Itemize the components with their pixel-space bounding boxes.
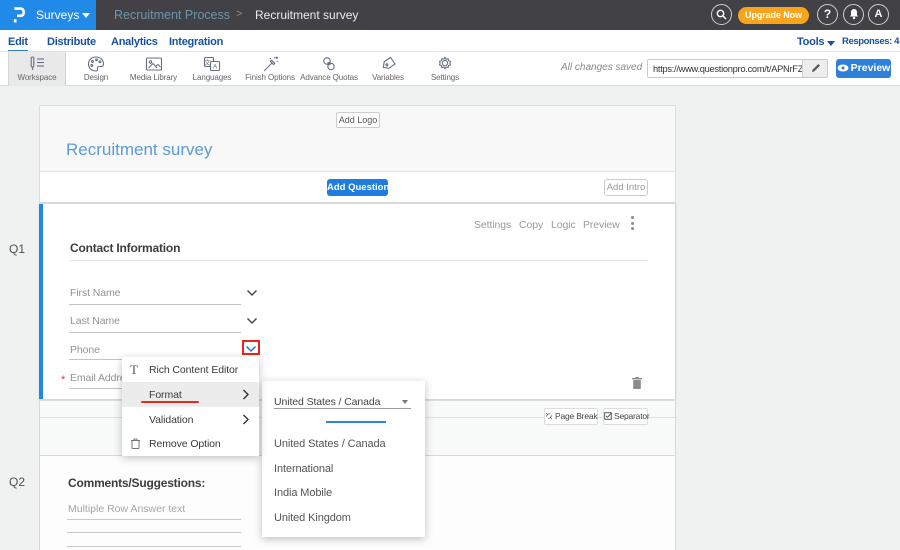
svg-text:A: A <box>213 64 218 71</box>
svg-text:文: 文 <box>204 58 211 67</box>
